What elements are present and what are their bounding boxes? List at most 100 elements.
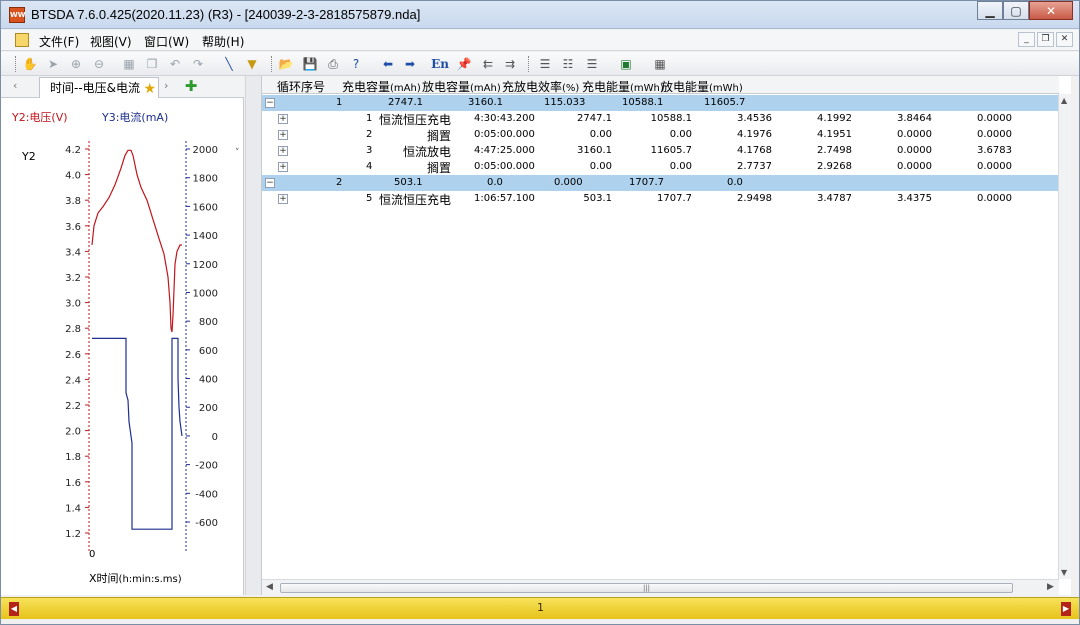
chart-svg[interactable]: 4.2 4.0 3.8 3.6 3.4 3.2 3.0 2.8 2.6 2.4 2.2 2.0 1.8 1…	[1, 131, 244, 551]
y2-tick-label: 4.2	[65, 145, 81, 156]
toolbar-grip[interactable]	[15, 56, 18, 72]
close-icon: ✕	[1045, 3, 1057, 18]
cycle-row[interactable]: − 1 2747.1 3160.1 115.033 10588.1 11605.…	[262, 95, 1059, 111]
header-charge-capacity[interactable]: 充电容量(mAh)	[342, 78, 421, 95]
toolbar-grip[interactable]	[271, 56, 274, 72]
forward-icon[interactable]: ➡	[401, 55, 419, 73]
print-icon[interactable]: ⎙	[324, 55, 342, 73]
excel-icon[interactable]: ▣	[617, 55, 635, 73]
collapse-icon[interactable]: −	[265, 98, 275, 108]
hand-icon[interactable]: ✋	[21, 55, 39, 73]
y3-tick-label: 1600	[193, 202, 218, 213]
scroll-left-icon[interactable]: ◀	[266, 582, 273, 592]
step-index: 5	[366, 193, 373, 204]
toolbar: ✋ ➤ ⊕ ⊖ ▦ ❐ ↶ ↷ ╲ ▼ 📂 💾 ⎙ ? ⬅ ➡ En 📌 ⇇ ⇉…	[1, 52, 1079, 76]
toolbar-grip[interactable]	[528, 56, 531, 72]
header-discharge-energy[interactable]: 放电能量(mWh)	[661, 78, 743, 95]
status-value: 1	[537, 601, 544, 614]
status-prev-icon[interactable]: ◀	[9, 602, 19, 616]
language-icon[interactable]: En	[431, 55, 449, 73]
step-row[interactable]: + 2 搁置 0:05:00.000 0.00 0.00 4.1976 4.19…	[262, 127, 1059, 143]
expand-icon[interactable]: +	[278, 130, 288, 140]
menu-help[interactable]: 帮助(H)	[202, 33, 244, 50]
cycle-discharge-capacity: 3160.1	[468, 97, 503, 108]
step-row[interactable]: + 4 搁置 0:05:00.000 0.00 0.00 2.7737 2.92…	[262, 159, 1059, 175]
mdi-restore-button[interactable]: ❐	[1037, 32, 1054, 47]
x-axis-zero-label: 0	[89, 549, 96, 560]
y3-tick-label: 600	[199, 346, 218, 357]
horizontal-scroll-thumb[interactable]: |||	[280, 583, 1013, 593]
expand-icon[interactable]: +	[278, 114, 288, 124]
qr-icon[interactable]: ▦	[651, 55, 669, 73]
tab-scroll-right-icon[interactable]: ›	[164, 79, 168, 92]
document-icon[interactable]	[15, 33, 29, 47]
add-chart-icon[interactable]: ✚	[183, 78, 199, 94]
redo-icon[interactable]: ↷	[189, 55, 207, 73]
filter-icon[interactable]: ▼	[243, 55, 261, 73]
record-view-icon[interactable]: ☰	[583, 55, 601, 73]
zoom-in-icon[interactable]: ⊕	[67, 55, 85, 73]
back-icon[interactable]: ⬅	[379, 55, 397, 73]
collapse-icon[interactable]: −	[265, 178, 275, 188]
detail-view-icon[interactable]: ☷	[559, 55, 577, 73]
menu-file[interactable]: 文件(F)	[39, 33, 79, 50]
maximize-icon: ▢	[1010, 3, 1022, 18]
cycle-charge-capacity: 2747.1	[388, 97, 423, 108]
pin-icon[interactable]: 📌	[455, 55, 473, 73]
tab-time-voltage-current[interactable]: 时间--电压&电流 ★	[39, 77, 159, 98]
header-text: 充电容量	[342, 80, 391, 94]
scroll-up-icon[interactable]: ▲	[1061, 96, 1067, 105]
step-energy: 0.00	[669, 161, 692, 172]
header-charge-energy[interactable]: 充电能量(mWh)	[582, 78, 664, 95]
help-icon[interactable]: ?	[347, 55, 365, 73]
mdi-minimize-button[interactable]: _	[1018, 32, 1035, 47]
open-icon[interactable]: 📂	[277, 55, 295, 73]
header-efficiency[interactable]: 充放电效率(%)	[502, 78, 579, 95]
menu-view[interactable]: 视图(V)	[90, 33, 132, 50]
list-view-icon[interactable]: ☰	[536, 55, 554, 73]
step-type: 搁置	[427, 161, 452, 175]
step-row[interactable]: + 3 恒流放电 4:47:25.000 3160.1 11605.7 4.17…	[262, 143, 1059, 159]
save-icon[interactable]: 💾	[301, 55, 319, 73]
fit-icon[interactable]: ▦	[120, 55, 138, 73]
line-icon[interactable]: ╲	[220, 55, 238, 73]
expand-icon[interactable]: +	[278, 162, 288, 172]
window-controls: ▁ ▢ ✕	[977, 1, 1073, 21]
horizontal-scrollbar[interactable]: ◀ ||| ▶	[262, 579, 1059, 595]
expand-icon[interactable]: +	[278, 146, 288, 156]
expand-icon[interactable]: +	[278, 194, 288, 204]
y2-tick-label: 1.4	[65, 503, 81, 514]
y3-tick-label: 1200	[193, 260, 218, 271]
pointer-icon[interactable]: ➤	[44, 55, 62, 73]
step-energy: 0.00	[669, 129, 692, 140]
minimize-button[interactable]: ▁	[977, 1, 1003, 20]
header-discharge-capacity[interactable]: 放电容量(mAh)	[422, 78, 501, 95]
scroll-right-icon[interactable]: ▶	[1047, 582, 1054, 592]
align-left-icon[interactable]: ⇇	[479, 55, 497, 73]
pane-splitter[interactable]	[245, 76, 261, 595]
maximize-button[interactable]: ▢	[1003, 1, 1029, 20]
mdi-close-button[interactable]: ✕	[1056, 32, 1073, 47]
star-icon[interactable]: ★	[143, 79, 156, 99]
y3-tick-label: 800	[199, 317, 218, 328]
zoom-out-icon[interactable]: ⊖	[90, 55, 108, 73]
step-row[interactable]: + 5 恒流恒压充电 1:06:57.100 503.1 1707.7 2.94…	[262, 191, 1059, 207]
align-right-icon[interactable]: ⇉	[501, 55, 519, 73]
tab-scroll-left-icon[interactable]: ‹	[13, 79, 17, 92]
y2-tick-label: 3.8	[65, 196, 81, 207]
close-button[interactable]: ✕	[1029, 1, 1073, 20]
undo-icon[interactable]: ↶	[166, 55, 184, 73]
step-row[interactable]: + 1 恒流恒压充电 4:30:43.200 2747.1 10588.1 3.…	[262, 111, 1059, 127]
y2-tick-label: 3.2	[65, 273, 81, 284]
scroll-down-icon[interactable]: ▼	[1061, 568, 1067, 577]
step-discharge-mid-voltage: 0.0000	[977, 113, 1012, 124]
header-text: 放电容量	[422, 80, 471, 94]
cycle-row[interactable]: − 2 503.1 0.0 0.000 1707.7 0.0	[262, 175, 1059, 191]
step-capacity: 503.1	[583, 193, 612, 204]
y3-tick-label: -600	[195, 518, 218, 529]
copy-icon[interactable]: ❐	[143, 55, 161, 73]
vertical-scrollbar[interactable]: ▲ ▼	[1058, 94, 1071, 579]
header-cycle-index[interactable]: 循环序号	[277, 78, 325, 95]
menu-window[interactable]: 窗口(W)	[144, 33, 189, 50]
status-next-icon[interactable]: ▶	[1061, 602, 1071, 616]
